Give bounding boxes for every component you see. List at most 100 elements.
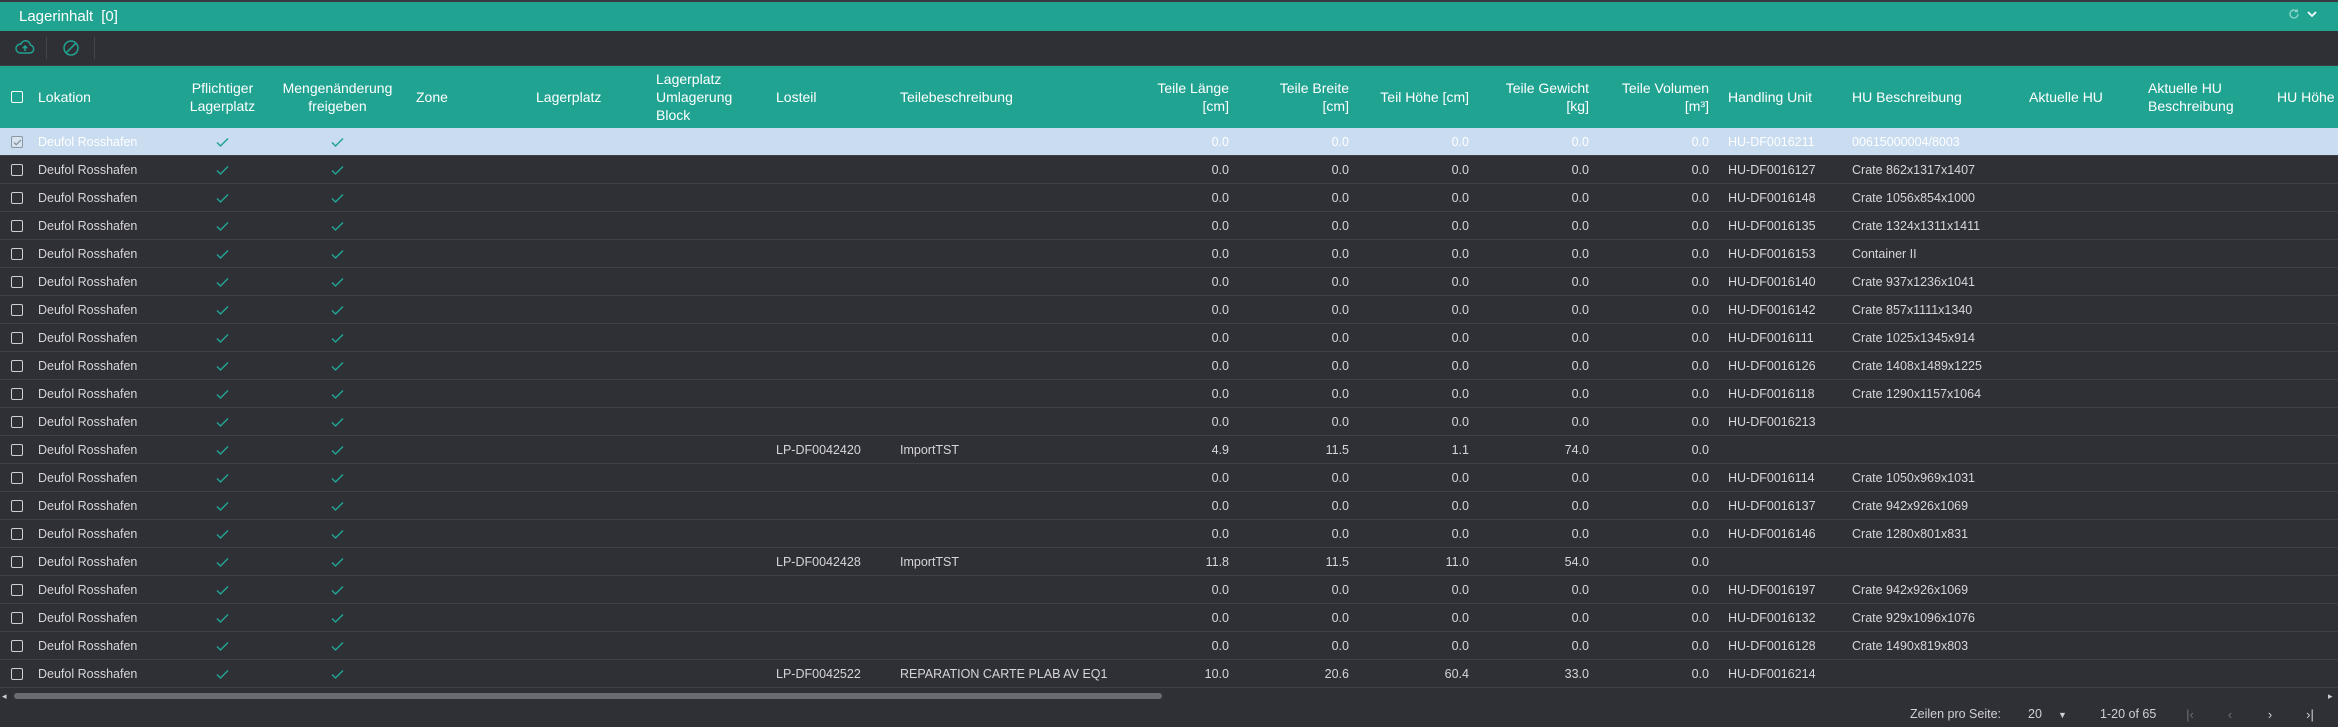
horizontal-scrollbar-thumb[interactable] bbox=[14, 693, 1162, 699]
cell-losteil: LP-DF0042428 bbox=[776, 555, 861, 569]
cell-lokation: Deufol Rosshafen bbox=[38, 163, 138, 177]
table-row[interactable]: Deufol Rosshafen 0.0 0.0 0.0 0.0 0.0 HU-DF0016… bbox=[0, 240, 2338, 268]
row-checkbox[interactable] bbox=[8, 604, 26, 632]
table-row[interactable]: Deufol Rosshafen 0.0 0.0 0.0 0.0 0.0 HU-DF0016… bbox=[0, 156, 2338, 184]
panel-count: [0] bbox=[101, 8, 118, 25]
next-page-icon[interactable]: › bbox=[2262, 706, 2278, 722]
pflichtiger-check-icon bbox=[175, 576, 270, 604]
table-row[interactable]: Deufol Rosshafen LP-DF0042428 ImportTST 11.… bbox=[0, 548, 2338, 576]
table-row[interactable]: Deufol Rosshafen 0.0 0.0 0.0 0.0 0.0 HU-DF0016… bbox=[0, 464, 2338, 492]
cell-hu-beschreibung: Crate 1056x854x1000 bbox=[1852, 191, 1976, 205]
col-lagerplatz[interactable]: Lagerplatz bbox=[536, 66, 636, 128]
table-row[interactable]: Deufol Rosshafen LP-DF0042522 REPARATION C… bbox=[0, 660, 2338, 688]
row-checkbox[interactable] bbox=[8, 352, 26, 380]
cell-teile-laenge: 0.0 bbox=[1211, 191, 1229, 205]
cell-losteil bbox=[776, 604, 886, 632]
cell-teile-volumen: 0.0 bbox=[1691, 303, 1709, 317]
cell-teile-gewicht: 0.0 bbox=[1571, 303, 1589, 317]
cell-teile-breite: 0.0 bbox=[1331, 303, 1349, 317]
row-checkbox[interactable] bbox=[8, 408, 26, 436]
row-checkbox[interactable] bbox=[8, 464, 26, 492]
table-row[interactable]: Deufol Rosshafen LP-DF0042420 ImportTST 4.9… bbox=[0, 436, 2338, 464]
cell-teile-breite: 0.0 bbox=[1331, 415, 1349, 429]
table-row[interactable]: Deufol Rosshafen 0.0 0.0 0.0 0.0 0.0 HU-DF0016… bbox=[0, 520, 2338, 548]
col-teile-volumen[interactable]: Teile Volumen [m³] bbox=[1610, 66, 1709, 128]
row-checkbox[interactable] bbox=[8, 632, 26, 660]
row-checkbox[interactable] bbox=[8, 296, 26, 324]
rows-per-page-select[interactable]: 20 bbox=[2028, 707, 2042, 721]
mengen-check-icon bbox=[270, 156, 405, 184]
cell-teile-volumen: 0.0 bbox=[1691, 163, 1709, 177]
row-checkbox[interactable] bbox=[8, 380, 26, 408]
chevron-down-icon[interactable]: ▼ bbox=[2058, 710, 2067, 720]
table-row[interactable]: Deufol Rosshafen 0.0 0.0 0.0 0.0 0.0 HU-DF0016… bbox=[0, 408, 2338, 436]
row-checkbox[interactable] bbox=[8, 492, 26, 520]
row-checkbox[interactable] bbox=[8, 576, 26, 604]
table-row[interactable]: Deufol Rosshafen 0.0 0.0 0.0 0.0 0.0 HU-DF0016… bbox=[0, 604, 2338, 632]
row-checkbox[interactable] bbox=[8, 212, 26, 240]
cell-handling-unit: HU-DF0016137 bbox=[1728, 499, 1816, 513]
pflichtiger-check-icon bbox=[175, 520, 270, 548]
refresh-icon[interactable] bbox=[2288, 8, 2300, 20]
row-checkbox[interactable] bbox=[8, 156, 26, 184]
row-checkbox[interactable] bbox=[8, 520, 26, 548]
cell-hu-beschreibung: Crate 857x1111x1340 bbox=[1852, 303, 1973, 317]
col-zone[interactable]: Zone bbox=[416, 66, 516, 128]
row-checkbox[interactable] bbox=[8, 660, 26, 688]
cell-teil-hoehe: 0.0 bbox=[1451, 415, 1469, 429]
table-row[interactable]: Deufol Rosshafen 0.0 0.0 0.0 0.0 0.0 HU-DF0016… bbox=[0, 268, 2338, 296]
col-lagerplatz-umlagerung-block[interactable]: Lagerplatz Umlagerung Block bbox=[656, 66, 756, 128]
table-row[interactable]: Deufol Rosshafen 0.0 0.0 0.0 0.0 0.0 HU-DF0016… bbox=[0, 184, 2338, 212]
col-mengenaenderung[interactable]: Mengenänderung freigeben bbox=[270, 66, 405, 128]
cell-teile-volumen: 0.0 bbox=[1691, 555, 1709, 569]
cell-teilebeschreibung bbox=[900, 324, 1120, 352]
col-teil-hoehe[interactable]: Teil Höhe [cm] bbox=[1370, 66, 1469, 128]
table-row[interactable]: Deufol Rosshafen 0.0 0.0 0.0 0.0 0.0 HU-DF0016… bbox=[0, 632, 2338, 660]
row-checkbox[interactable] bbox=[8, 436, 26, 464]
col-teile-gewicht[interactable]: Teile Gewicht [kg] bbox=[1490, 66, 1589, 128]
table-row[interactable]: Deufol Rosshafen 0.0 0.0 0.0 0.0 0.0 HU-DF0016… bbox=[0, 380, 2338, 408]
col-teile-laenge[interactable]: Teile Länge [cm] bbox=[1130, 66, 1229, 128]
col-lokation[interactable]: Lokation bbox=[38, 66, 158, 128]
cell-teile-breite: 0.0 bbox=[1331, 359, 1349, 373]
first-page-icon[interactable]: |‹ bbox=[2182, 706, 2198, 722]
col-aktuelle-hu-beschreibung[interactable]: Aktuelle HU Beschreibung bbox=[2148, 66, 2248, 128]
cell-lokation: Deufol Rosshafen bbox=[38, 219, 138, 233]
col-pflichtiger-lagerplatz[interactable]: Pflichtiger Lagerplatz bbox=[175, 66, 270, 128]
previous-page-icon[interactable]: ‹ bbox=[2222, 706, 2238, 722]
cell-teilebeschreibung: ImportTST bbox=[900, 443, 960, 457]
col-hu-hoehe[interactable]: HU Höhe bbox=[2277, 66, 2338, 128]
col-losteil[interactable]: Losteil bbox=[776, 66, 876, 128]
cell-teile-gewicht: 0.0 bbox=[1571, 219, 1589, 233]
row-checkbox[interactable] bbox=[8, 128, 26, 156]
row-checkbox[interactable] bbox=[8, 184, 26, 212]
table-row[interactable]: Deufol Rosshafen 0.0 0.0 0.0 0.0 0.0 HU-DF0016… bbox=[0, 128, 2338, 156]
cell-teile-volumen: 0.0 bbox=[1691, 667, 1709, 681]
table-row[interactable]: Deufol Rosshafen 0.0 0.0 0.0 0.0 0.0 HU-DF0016… bbox=[0, 296, 2338, 324]
col-handling-unit[interactable]: Handling Unit bbox=[1728, 66, 1838, 128]
cell-teilebeschreibung bbox=[900, 352, 1120, 380]
table-row[interactable]: Deufol Rosshafen 0.0 0.0 0.0 0.0 0.0 HU-DF0016… bbox=[0, 576, 2338, 604]
cloud-upload-icon[interactable] bbox=[15, 39, 35, 57]
chevron-down-icon[interactable] bbox=[2306, 8, 2318, 20]
cell-lokation: Deufol Rosshafen bbox=[38, 443, 138, 457]
table-row[interactable]: Deufol Rosshafen 0.0 0.0 0.0 0.0 0.0 HU-DF0016… bbox=[0, 492, 2338, 520]
table-row[interactable]: Deufol Rosshafen 0.0 0.0 0.0 0.0 0.0 HU-DF0016… bbox=[0, 324, 2338, 352]
cell-teilebeschreibung bbox=[900, 632, 1120, 660]
cell-lokation: Deufol Rosshafen bbox=[38, 331, 138, 345]
table-row[interactable]: Deufol Rosshafen 0.0 0.0 0.0 0.0 0.0 HU-DF0016… bbox=[0, 352, 2338, 380]
cell-teile-laenge: 0.0 bbox=[1211, 639, 1229, 653]
col-aktuelle-hu[interactable]: Aktuelle HU bbox=[2029, 66, 2129, 128]
col-teilebeschreibung[interactable]: Teilebeschreibung bbox=[900, 66, 1100, 128]
row-checkbox[interactable] bbox=[8, 548, 26, 576]
table-row[interactable]: Deufol Rosshafen 0.0 0.0 0.0 0.0 0.0 HU-DF0016… bbox=[0, 212, 2338, 240]
row-checkbox[interactable] bbox=[8, 324, 26, 352]
col-hu-beschreibung[interactable]: HU Beschreibung bbox=[1852, 66, 2012, 128]
cell-hu-beschreibung: 00615000004/8003 bbox=[1852, 135, 1960, 149]
select-all-checkbox[interactable] bbox=[8, 66, 26, 128]
col-teile-breite[interactable]: Teile Breite [cm] bbox=[1250, 66, 1349, 128]
row-checkbox[interactable] bbox=[8, 240, 26, 268]
last-page-icon[interactable]: ›| bbox=[2302, 706, 2318, 722]
row-checkbox[interactable] bbox=[8, 268, 26, 296]
cancel-icon[interactable] bbox=[62, 39, 82, 57]
